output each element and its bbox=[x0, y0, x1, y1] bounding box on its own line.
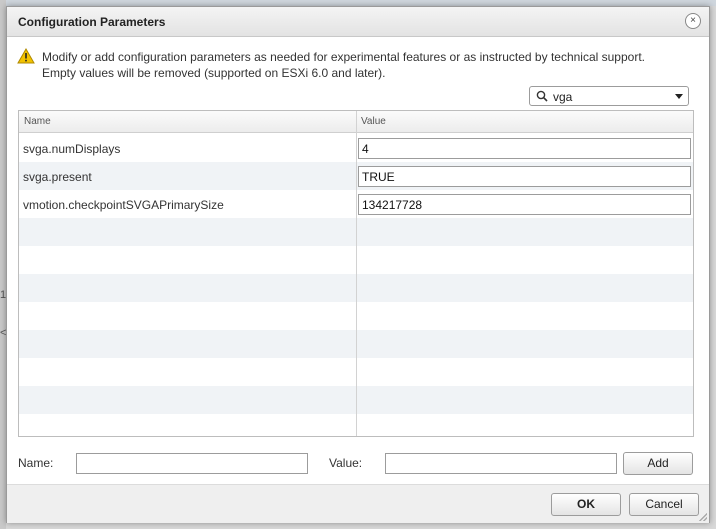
close-icon[interactable]: × bbox=[685, 13, 701, 29]
dialog-titlebar: Configuration Parameters × bbox=[7, 7, 709, 37]
ok-button[interactable]: OK bbox=[551, 493, 621, 516]
name-input[interactable] bbox=[76, 453, 308, 474]
search-icon bbox=[536, 90, 548, 102]
search-input[interactable]: vga bbox=[553, 90, 572, 104]
configuration-parameters-dialog: Configuration Parameters × Modify or add… bbox=[6, 6, 710, 523]
add-button[interactable]: Add bbox=[623, 452, 693, 475]
column-header-name[interactable]: Name bbox=[24, 116, 51, 127]
warning-icon bbox=[17, 48, 35, 64]
column-header-value[interactable]: Value bbox=[361, 116, 386, 127]
param-name: vmotion.checkpointSVGAPrimarySize bbox=[23, 198, 224, 212]
chevron-down-icon[interactable] bbox=[675, 94, 683, 99]
resize-grip-icon[interactable] bbox=[699, 513, 707, 521]
parameters-grid: Name Value svga.numDisplays 4 svga.prese… bbox=[18, 110, 694, 437]
value-input[interactable] bbox=[385, 453, 617, 474]
param-name: svga.present bbox=[23, 170, 92, 184]
param-name: svga.numDisplays bbox=[23, 142, 121, 156]
info-message-line1: Modify or add configuration parameters a… bbox=[42, 50, 645, 64]
column-divider[interactable] bbox=[356, 111, 357, 436]
param-value-input[interactable]: 4 bbox=[358, 138, 691, 159]
param-value-input[interactable]: TRUE bbox=[358, 166, 691, 187]
info-message-line2: Empty values will be removed (supported … bbox=[42, 66, 386, 80]
value-label: Value: bbox=[329, 456, 363, 470]
dialog-footer: OK Cancel bbox=[7, 484, 709, 523]
dialog-title: Configuration Parameters bbox=[18, 15, 166, 29]
filter-search-box[interactable]: vga bbox=[529, 86, 689, 106]
param-value-input[interactable]: 134217728 bbox=[358, 194, 691, 215]
name-label: Name: bbox=[18, 456, 54, 470]
info-message: Modify or add configuration parameters a… bbox=[42, 49, 645, 81]
cancel-button[interactable]: Cancel bbox=[629, 493, 699, 516]
